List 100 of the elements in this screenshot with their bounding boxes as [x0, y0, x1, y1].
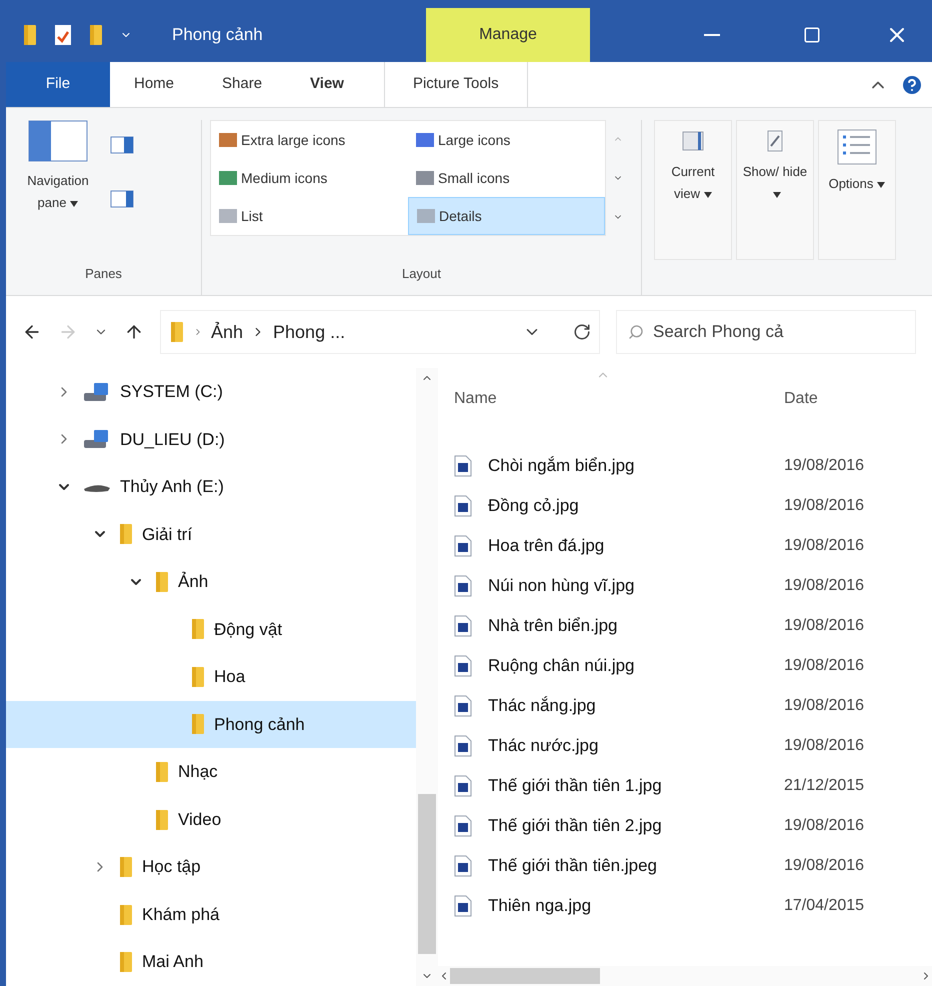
- folder-icon: [118, 856, 134, 878]
- folder-icon: [154, 761, 170, 784]
- folder-icon: [154, 808, 170, 831]
- minimize-icon: [704, 34, 720, 36]
- image-file-icon: [454, 535, 472, 557]
- file-name[interactable]: Núi non hùng vĩ.jpg: [488, 573, 634, 599]
- dropdown-caret-icon: [773, 192, 781, 198]
- folder-icon: [118, 904, 134, 926]
- layout-option[interactable]: Extra large icons: [211, 121, 408, 159]
- file-date: 19/08/2016: [784, 456, 864, 476]
- tree-item[interactable]: SYSTEM (C:): [6, 368, 416, 416]
- image-file-icon: [454, 895, 472, 917]
- folder-icon: [154, 570, 170, 593]
- group-label: Panes: [84, 264, 123, 282]
- layout-option[interactable]: List: [211, 197, 408, 235]
- navigation-pane-icon: [28, 120, 88, 162]
- navigation-pane-button[interactable]: Navigation pane: [18, 120, 98, 264]
- file-date: 19/08/2016: [784, 856, 864, 876]
- address-field[interactable]: Ảnh Phong ...: [160, 310, 600, 354]
- ribbon-tab[interactable]: Share: [198, 62, 286, 107]
- folder-icon: [190, 666, 206, 688]
- image-file-icon: [454, 695, 472, 717]
- file-name[interactable]: Thiên nga.jpg: [488, 893, 592, 919]
- folder-icon: [190, 618, 206, 640]
- layout-option[interactable]: Small icons: [408, 159, 605, 197]
- file-date: 21/12/2015: [784, 776, 864, 796]
- layout-option[interactable]: Large icons: [408, 121, 605, 159]
- file-name[interactable]: Hoa trên đá.jpg: [488, 533, 604, 559]
- layout-option[interactable]: Details: [408, 197, 605, 235]
- file-name[interactable]: Thế giới thần tiên 1.jpg: [488, 773, 662, 799]
- image-file-icon: [454, 575, 472, 597]
- ribbon-tab[interactable]: Home: [110, 62, 198, 107]
- columns-icon: [681, 129, 705, 153]
- file-name[interactable]: Nhà trên biển.jpg: [488, 613, 618, 639]
- details-pane-icon[interactable]: [110, 190, 134, 208]
- tree-item[interactable]: Thủy Anh (E:): [6, 463, 416, 511]
- breadcrumb-segment[interactable]: Phong ...: [273, 318, 346, 346]
- scroll-thumb[interactable]: [450, 968, 600, 984]
- ribbon-tab[interactable]: Picture Tools: [384, 62, 528, 107]
- preview-pane-icon[interactable]: [110, 136, 134, 154]
- image-file-icon: [454, 735, 472, 757]
- tree-item[interactable]: Khám phá: [6, 890, 416, 938]
- tree-item[interactable]: Phong cảnh: [6, 700, 416, 748]
- file-date: 19/08/2016: [784, 536, 864, 556]
- image-file-icon: [454, 815, 472, 837]
- file-name[interactable]: Thế giới thần tiên 2.jpg: [488, 813, 662, 839]
- tree-item[interactable]: DU_LIEU (D:): [6, 416, 416, 464]
- file-date: 19/08/2016: [784, 616, 864, 636]
- file-name[interactable]: Thế giới thần tiên.jpeg: [488, 853, 657, 879]
- file-date: 19/08/2016: [784, 696, 864, 716]
- dropdown-caret-icon: [877, 182, 886, 188]
- view-button[interactable]: Show/ hide: [736, 120, 814, 260]
- file-name[interactable]: Chòi ngắm biển.jpg: [488, 453, 634, 479]
- folder-icon: [118, 951, 134, 974]
- tree-item[interactable]: Nhạc: [6, 748, 416, 796]
- checked-document-icon[interactable]: [54, 24, 72, 46]
- column-header[interactable]: Name: [454, 387, 784, 411]
- search-field[interactable]: Search Phong cả: [616, 310, 916, 354]
- ribbon-tab[interactable]: View: [286, 62, 368, 107]
- file-date: 17/04/2015: [784, 896, 864, 916]
- folder-icon: [118, 523, 134, 546]
- tree-item[interactable]: Học tập: [6, 843, 416, 891]
- window-title: Phong cảnh: [172, 24, 263, 46]
- tree-item[interactable]: Giải trí: [6, 510, 416, 558]
- tree-item[interactable]: Mai Anh: [6, 938, 416, 986]
- horizontal-scrollbar[interactable]: [438, 966, 932, 986]
- dropdown-caret-icon: [70, 200, 78, 207]
- file-name[interactable]: Ruộng chân núi.jpg: [488, 653, 635, 679]
- breadcrumb-segment[interactable]: Ảnh: [211, 318, 244, 346]
- folder-icon: [169, 321, 185, 343]
- manage-tab[interactable]: Manage: [426, 8, 590, 62]
- view-button[interactable]: Options: [818, 120, 896, 260]
- checklist-icon: [837, 129, 877, 165]
- image-file-icon: [454, 655, 472, 677]
- file-date: 19/08/2016: [784, 816, 864, 836]
- column-header[interactable]: Date: [784, 387, 818, 411]
- tree-item[interactable]: Động vật: [6, 606, 416, 654]
- image-file-icon: [454, 495, 472, 517]
- group-label: Layout: [400, 264, 442, 283]
- file-name[interactable]: Đồng cỏ.jpg: [488, 493, 579, 519]
- file-date: 19/08/2016: [784, 496, 864, 516]
- search-icon: [628, 324, 644, 340]
- file-date: 19/08/2016: [784, 576, 864, 596]
- maximize-icon: [803, 26, 821, 44]
- tree-item[interactable]: Video: [6, 796, 416, 844]
- vertical-scrollbar[interactable]: [416, 368, 438, 986]
- file-name[interactable]: Thác nước.jpg: [488, 733, 598, 759]
- folder-icon: [22, 24, 38, 46]
- file-date: 19/08/2016: [784, 736, 864, 756]
- layout-option[interactable]: Medium icons: [211, 159, 408, 197]
- refresh-icon[interactable]: [573, 323, 591, 341]
- ribbon-tab[interactable]: File: [6, 62, 110, 107]
- image-file-icon: [454, 615, 472, 637]
- file-name[interactable]: Thác nắng.jpg: [488, 693, 596, 719]
- tree-item[interactable]: Ảnh: [6, 558, 416, 606]
- view-button[interactable]: Current view: [654, 120, 732, 260]
- file-date: 19/08/2016: [784, 656, 864, 676]
- scroll-thumb[interactable]: [418, 794, 436, 954]
- tree-item[interactable]: Hoa: [6, 653, 416, 701]
- image-file-icon: [454, 775, 472, 797]
